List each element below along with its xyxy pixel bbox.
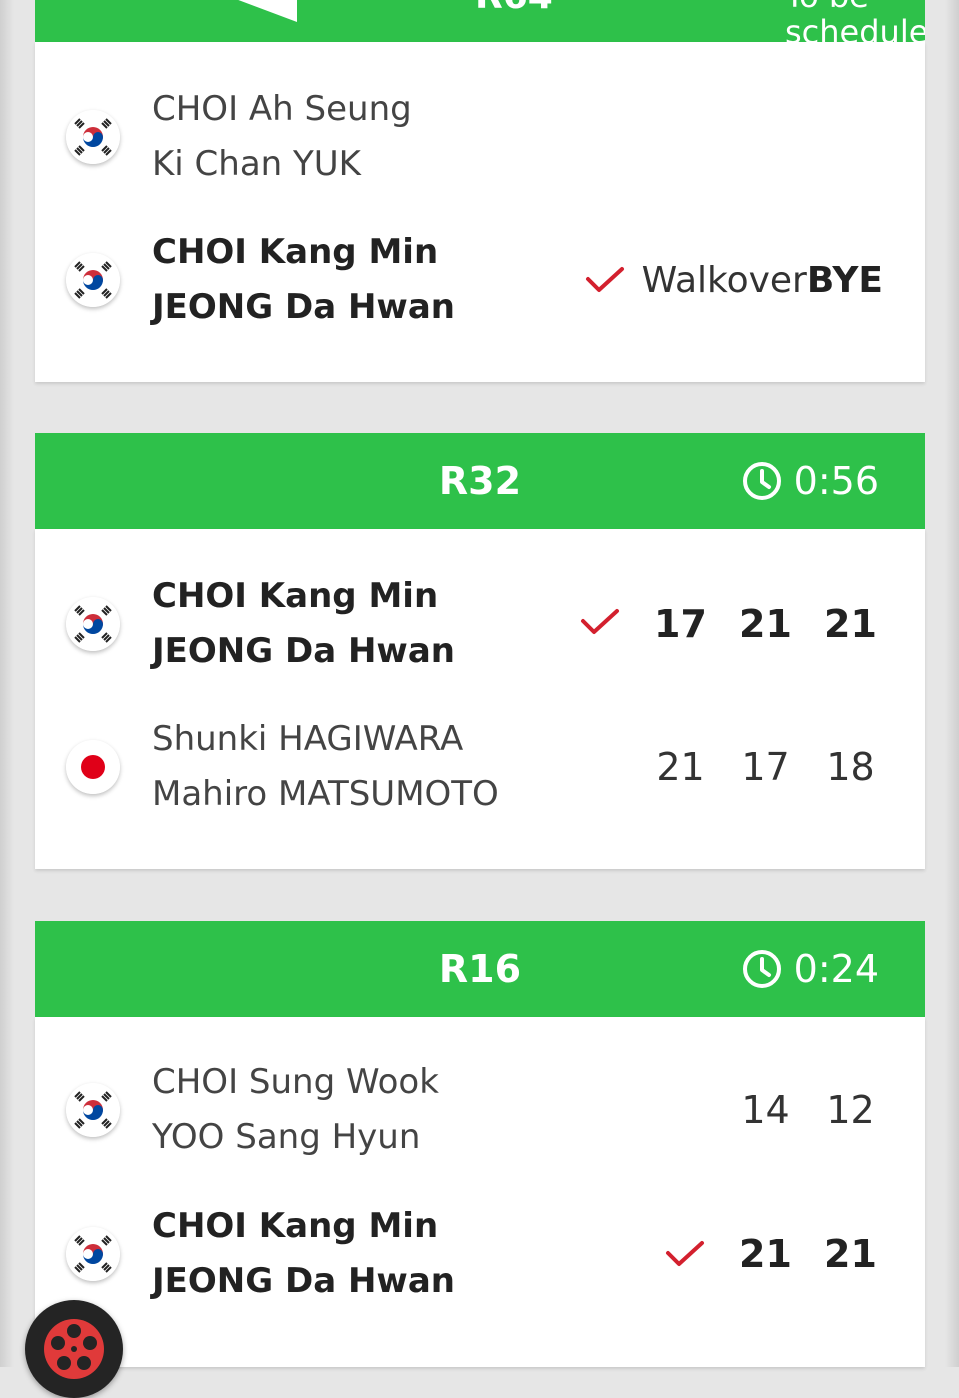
team-row: CHOI Sung Wook YOO Sang Hyun 14 12 [35, 1055, 925, 1165]
player-name: YOO Sang Hyun [152, 1117, 421, 1157]
score-set: 21 21 [723, 1199, 893, 1309]
bye-label: BYE [806, 259, 883, 301]
pennant-decoration [185, 0, 297, 22]
team-row: CHOI Kang Min JEONG Da Hwan 21 21 [35, 1199, 925, 1309]
match-header-r32: R32 0:56 [35, 433, 925, 529]
round-label: R64 [475, 0, 553, 17]
match-status: To be scheduled [785, 0, 925, 42]
match-card-r32[interactable]: CHOI Kang Min JEONG Da Hwan 17 21 21 Shu… [35, 529, 925, 869]
match-card-r64[interactable]: CHOI Ah Seung Ki Chan YUK CHOI Kang Min … [35, 42, 925, 382]
team-row: CHOI Ah Seung Ki Chan YUK [35, 82, 925, 192]
player-names: CHOI Kang Min JEONG Da Hwan [152, 569, 455, 679]
score-set: 17 21 21 [638, 569, 893, 679]
duration-value: 0:24 [793, 947, 879, 991]
player-names: CHOI Kang Min JEONG Da Hwan [152, 225, 455, 335]
clock-icon [742, 462, 781, 500]
player-name: Ki Chan YUK [152, 144, 361, 184]
check-icon [581, 609, 619, 634]
player-name: Shunki HAGIWARA [152, 719, 464, 759]
korea-flag-icon [66, 110, 120, 164]
score-set: 21 17 18 [638, 712, 893, 822]
team-row: Shunki HAGIWARA Mahiro MATSUMOTO 21 17 1… [35, 712, 925, 822]
game-score: 14 [741, 1088, 790, 1132]
floating-action-button[interactable] [25, 1300, 123, 1398]
match-duration: 0:24 [742, 921, 879, 1017]
player-name: CHOI Kang Min [152, 1206, 439, 1246]
korea-flag-icon [66, 1227, 120, 1281]
game-score: 12 [826, 1088, 875, 1132]
player-name: CHOI Ah Seung [152, 89, 412, 129]
game-score: 18 [826, 745, 875, 789]
game-score: 21 [824, 602, 877, 646]
player-names: CHOI Kang Min JEONG Da Hwan [152, 1199, 455, 1309]
player-name: CHOI Kang Min [152, 232, 439, 272]
game-score: 21 [824, 1232, 877, 1276]
clock-icon [742, 950, 781, 988]
korea-flag-icon [66, 597, 120, 651]
team-row: CHOI Kang Min JEONG Da Hwan 17 21 21 [35, 569, 925, 679]
player-names: CHOI Sung Wook YOO Sang Hyun [152, 1055, 439, 1165]
match-header-r64: R64 To be scheduled [35, 0, 925, 42]
player-name: JEONG Da Hwan [152, 287, 455, 327]
player-names: Shunki HAGIWARA Mahiro MATSUMOTO [152, 712, 499, 822]
walkover-result: Walkover BYE [642, 225, 883, 335]
player-name: JEONG Da Hwan [152, 1261, 455, 1301]
page-edge-right [945, 0, 959, 1367]
check-icon [586, 267, 624, 292]
game-score: 21 [739, 602, 792, 646]
player-names: CHOI Ah Seung Ki Chan YUK [152, 82, 412, 192]
player-name: JEONG Da Hwan [152, 631, 455, 671]
game-score: 17 [741, 745, 790, 789]
film-reel-icon [44, 1319, 104, 1379]
walkover-label: Walkover [641, 259, 807, 301]
korea-flag-icon [66, 253, 120, 307]
score-set: 14 12 [723, 1055, 893, 1165]
japan-flag-icon [66, 740, 120, 794]
page-edge-left [0, 0, 14, 1367]
game-score: 21 [656, 745, 705, 789]
match-card-r16[interactable]: CHOI Sung Wook YOO Sang Hyun 14 12 CHOI … [35, 1017, 925, 1367]
game-score: 17 [654, 602, 707, 646]
match-duration: 0:56 [742, 433, 879, 529]
player-name: Mahiro MATSUMOTO [152, 774, 499, 814]
team-row: CHOI Kang Min JEONG Da Hwan Walkover BYE [35, 225, 925, 335]
game-score: 21 [739, 1232, 792, 1276]
player-name: CHOI Kang Min [152, 576, 439, 616]
match-header-r16: R16 0:24 [35, 921, 925, 1017]
player-name: CHOI Sung Wook [152, 1062, 439, 1102]
korea-flag-icon [66, 1083, 120, 1137]
duration-value: 0:56 [793, 459, 879, 503]
check-icon [666, 1241, 704, 1266]
